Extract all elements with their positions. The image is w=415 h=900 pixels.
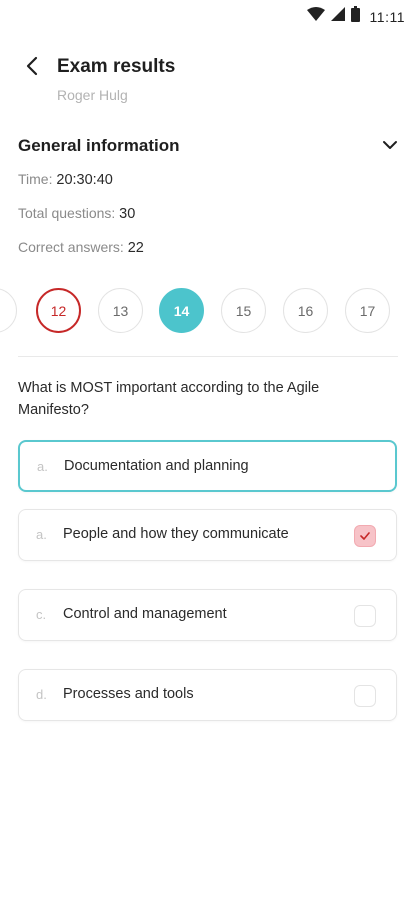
answer-checkbox[interactable] [354,605,376,627]
wifi-icon [306,7,325,26]
answer-text: People and how they communicate [63,526,289,542]
answer-option-d[interactable]: d. Processes and tools [18,669,397,721]
info-correct-value: 22 [127,240,144,256]
info-time-label: Time: [18,171,57,187]
page-title: Exam results [57,56,176,77]
question-number-12[interactable]: 12 [36,288,81,333]
question-number-14[interactable]: 14 [159,288,204,333]
answer-letter: c. [36,607,47,622]
answer-text: Processes and tools [63,686,194,702]
answer-option-c[interactable]: c. Control and management [18,589,397,641]
info-total-questions: Total questions: 30 [18,205,135,222]
chevron-left-icon [25,56,39,81]
answer-checkbox[interactable] [354,525,376,547]
status-icons: 11:11 [306,6,405,27]
divider [18,356,398,357]
answer-text: Documentation and planning [64,458,249,474]
info-total-value: 30 [119,206,136,222]
status-bar: 11:11 [0,0,415,30]
answer-letter: d. [36,687,47,702]
question-number-15[interactable]: 15 [221,288,266,333]
page-subtitle: Roger Hulg [57,87,128,103]
status-time: 11:11 [369,8,405,25]
answer-option-b[interactable]: a. People and how they communicate [18,509,397,561]
question-number-13[interactable]: 13 [98,288,143,333]
back-button[interactable] [18,54,46,82]
info-total-label: Total questions: [18,205,120,221]
signal-icon [330,7,345,26]
info-time: Time: 20:30:40 [18,171,113,188]
answer-text: Control and management [63,606,227,622]
question-pager[interactable]: 12 13 14 15 16 17 [0,288,415,334]
answer-checkbox[interactable] [354,685,376,707]
info-correct-label: Correct answers: [18,239,128,255]
question-number-16[interactable]: 16 [283,288,328,333]
answer-letter: a. [37,459,48,474]
question-number-11[interactable] [0,288,17,333]
chevron-down-icon [382,137,398,155]
info-time-value: 20:30:40 [56,172,113,188]
section-title: General information [18,136,180,155]
info-correct-answers: Correct answers: 22 [18,239,144,256]
checkmark-icon [360,527,370,545]
battery-icon [350,6,360,27]
answer-letter: a. [36,527,47,542]
question-text: What is MOST important according to the … [18,380,320,418]
header: Exam results Roger Hulg [0,52,415,112]
question-number-17[interactable]: 17 [345,288,390,333]
general-information-toggle[interactable]: General information [18,134,398,158]
answer-option-a[interactable]: a. Documentation and planning [18,440,397,492]
